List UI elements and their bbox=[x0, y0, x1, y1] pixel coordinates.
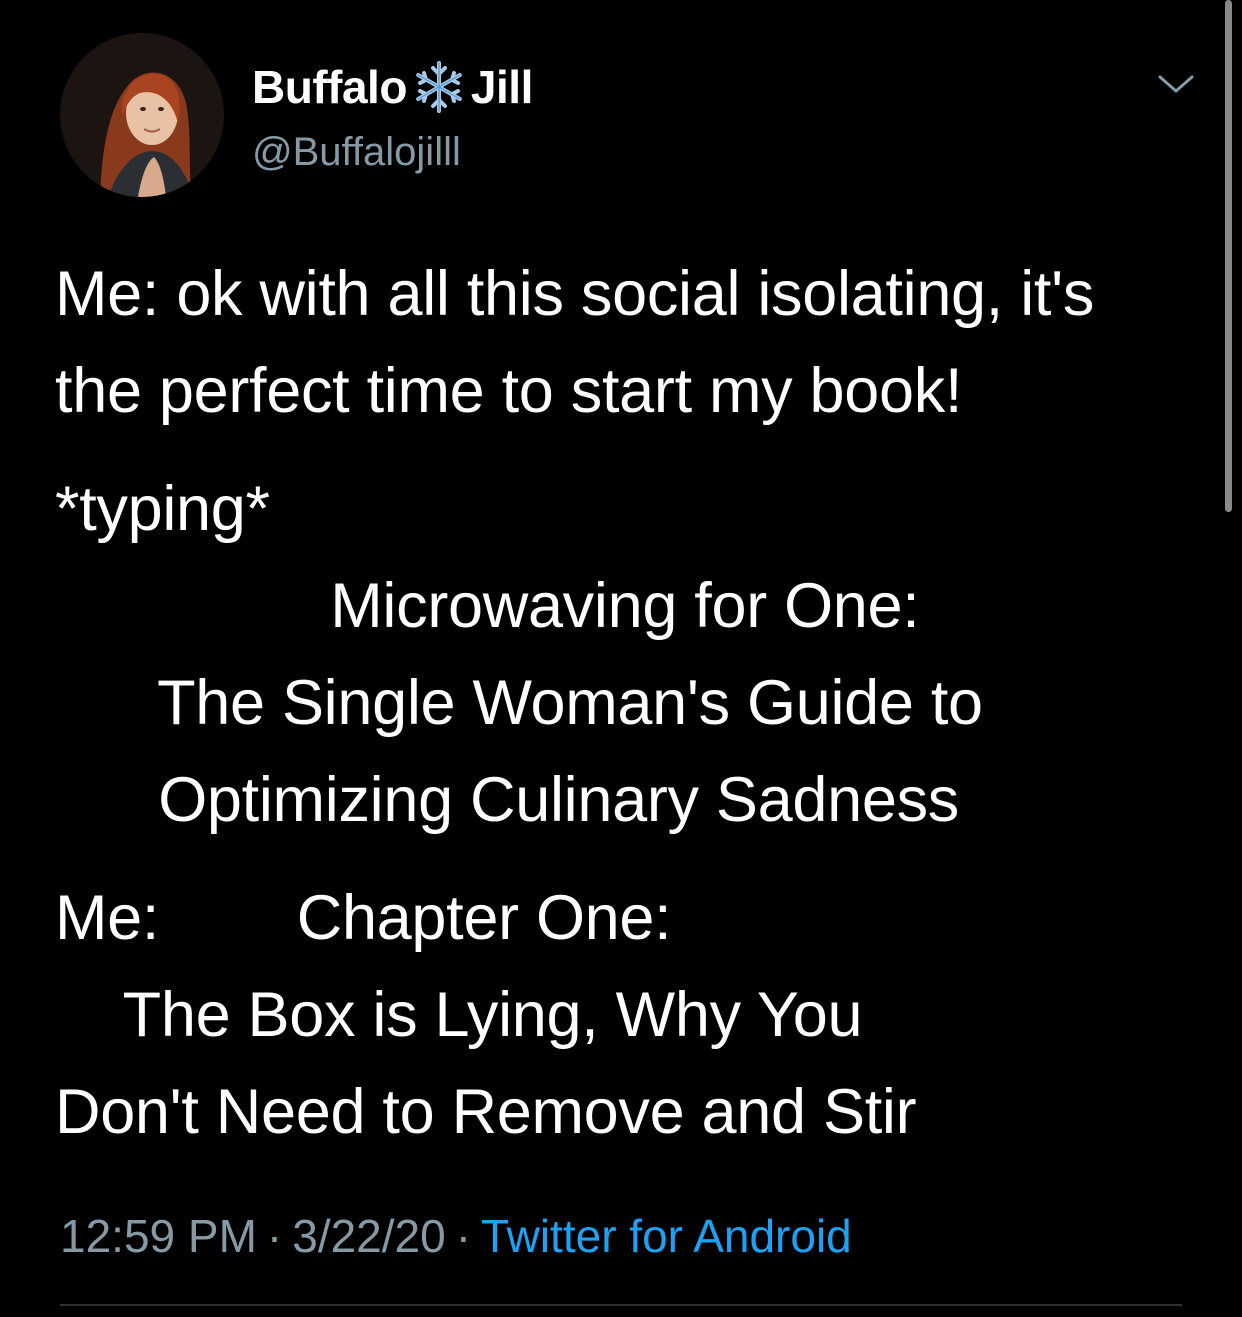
scrollbar[interactable] bbox=[1225, 0, 1232, 512]
tweet-line: The Single Woman's Guide to bbox=[55, 668, 983, 738]
tweet-line: Optimizing Culinary Sadness bbox=[55, 765, 959, 835]
tweet-source-link[interactable]: Twitter for Android bbox=[481, 1210, 852, 1262]
tweet-metadata: 12:59 PM · 3/22/20 · Twitter for Android bbox=[60, 1205, 852, 1267]
divider bbox=[60, 1304, 1182, 1306]
snowflake-icon bbox=[411, 59, 467, 115]
display-name[interactable]: Buffalo Jill bbox=[252, 59, 533, 115]
tweet-line: Me: ok with all this social isolating, i… bbox=[55, 259, 1095, 329]
tweet-line: the perfect time to start my book! bbox=[55, 356, 963, 426]
user-handle[interactable]: @Buffalojilll bbox=[252, 127, 461, 177]
tweet-header: Buffalo Jill @Buffalojilll bbox=[60, 33, 1200, 198]
separator-dot: · bbox=[455, 1210, 472, 1262]
avatar-image bbox=[60, 33, 224, 197]
tweet-date[interactable]: 3/22/20 bbox=[292, 1210, 445, 1262]
tweet-line: The Box is Lying, Why You bbox=[55, 980, 863, 1050]
display-name-part2: Jill bbox=[470, 61, 533, 113]
tweet-line: *typing* bbox=[55, 474, 270, 544]
chevron-down-icon[interactable] bbox=[1154, 63, 1198, 107]
tweet-body: Me: ok with all this social isolating, i… bbox=[55, 246, 1195, 1161]
tweet-time[interactable]: 12:59 PM bbox=[60, 1210, 257, 1262]
tweet-line: Don't Need to Remove and Stir bbox=[55, 1077, 917, 1147]
display-name-part1: Buffalo bbox=[252, 61, 407, 113]
tweet-line: Microwaving for One: bbox=[55, 571, 920, 641]
avatar[interactable] bbox=[60, 33, 224, 197]
separator-dot: · bbox=[266, 1210, 283, 1262]
tweet-line: Me: Chapter One: bbox=[55, 883, 672, 953]
